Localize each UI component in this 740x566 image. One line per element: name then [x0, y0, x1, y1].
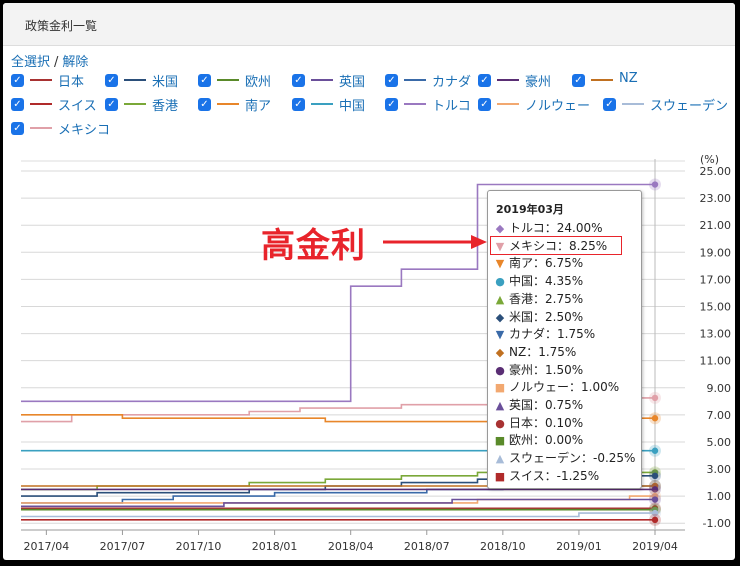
tooltip-marker-icon: ●: [495, 416, 505, 430]
series-end-marker: [651, 415, 659, 422]
series-line: [21, 512, 655, 518]
y-tick-label: 11.00: [700, 355, 732, 368]
tooltip-row: ▼ カナダ：1.75%: [494, 325, 595, 342]
y-tick-label: 19.00: [700, 246, 732, 259]
tooltip-marker-icon: ●: [495, 275, 505, 289]
tooltip-row: ◆ トルコ：24.00%: [494, 219, 603, 236]
tooltip-row-text: スウェーデン：-0.25%: [509, 451, 636, 466]
series-end-marker: [651, 394, 659, 402]
tooltip-marker-icon: ▲: [495, 452, 505, 466]
y-tick-label: 7.00: [707, 409, 732, 422]
x-tick-label: 2019/04: [632, 540, 678, 553]
tooltip-row-text: 南ア：6.75%: [509, 256, 584, 271]
tooltip-row-text: カナダ：1.75%: [509, 327, 596, 342]
tooltip-marker-icon: ◆: [495, 310, 505, 324]
tooltip-row-text: 欧州：0.00%: [509, 433, 584, 448]
y-tick-label: 5.00: [707, 436, 732, 449]
tooltip-row-text: トルコ：24.00%: [509, 221, 603, 235]
tooltip-marker-icon: ●: [495, 363, 505, 377]
tooltip-row-text: 日本：0.10%: [509, 415, 584, 430]
tooltip-row-text: 豪州：1.50%: [509, 362, 584, 377]
tooltip-marker-icon: ▼: [495, 257, 505, 271]
tooltip-row: ■ 欧州：0.00%: [494, 431, 583, 448]
series-end-marker: [651, 516, 659, 524]
tooltip-row-text: 香港：2.75%: [509, 291, 584, 306]
x-tick-label: 2017/10: [176, 540, 222, 553]
x-tick-label: 2019/01: [556, 540, 602, 553]
tooltip-marker-icon: ◆: [495, 222, 505, 235]
x-tick-label: 2018/04: [328, 540, 374, 553]
tooltip-title: 2019年03月: [496, 203, 564, 216]
tooltip-marker-icon: ▲: [495, 399, 505, 412]
tooltip-row: ▼ 南ア：6.75%: [494, 254, 583, 271]
y-axis-unit: (%): [700, 153, 719, 166]
tooltip-row: ● 中国：4.35%: [494, 272, 583, 289]
tooltip-row-text: スイス：-1.25%: [509, 468, 600, 483]
series-end-marker: [651, 496, 659, 503]
y-tick-label: 1.00: [707, 490, 732, 503]
series-end-marker: [651, 181, 659, 188]
y-tick-label: 13.00: [700, 328, 732, 341]
series-end-marker: [651, 472, 659, 480]
y-tick-label: 9.00: [707, 382, 732, 395]
y-tick-label: 23.00: [700, 192, 732, 205]
series-end-marker: [651, 447, 659, 454]
annotation-arrow-icon: [383, 235, 487, 249]
tooltip-row: ■ ノルウェー：1.00%: [494, 378, 619, 395]
tooltip-row: ▲ 英国：0.75%: [494, 396, 583, 413]
annotation-label: 高金利: [261, 226, 366, 266]
tooltip-row: ▲ スウェーデン：-0.25%: [494, 449, 636, 466]
tooltip-row-text: ノルウェー：1.00%: [509, 380, 620, 395]
tooltip-row-text: 英国：0.75%: [509, 398, 584, 412]
tooltip-marker-icon: ■: [494, 434, 506, 448]
tooltip-row: ◆ 米国：2.50%: [494, 308, 583, 325]
y-tick-label: 17.00: [700, 273, 732, 286]
tooltip-marker-icon: ▲: [495, 292, 505, 306]
x-tick-label: 2018/07: [404, 540, 450, 553]
tooltip-row-text: NZ：1.75%: [509, 344, 577, 359]
tooltip-row: ◆ NZ：1.75%: [494, 343, 577, 360]
tooltip-marker-icon: ▼: [495, 328, 505, 342]
tooltip-row-text: 米国：2.50%: [509, 309, 584, 324]
tooltip-marker-icon: ■: [494, 381, 506, 395]
tooltip-highlight-box: [490, 236, 622, 255]
x-tick-label: 2017/07: [100, 540, 146, 553]
tooltip-row: ■ スイス：-1.25%: [494, 467, 599, 484]
tooltip-row-text: 中国：4.35%: [509, 274, 584, 289]
app-window: 政策金利一覧 全選択 / 解除 ✓ 日本 ✓ 米国 ✓ 欧州 ✓ 英国 ✓ カナダ ✓ 豪州 ✓ NZ ✓ スイス…: [3, 3, 735, 560]
y-tick-label: 21.00: [700, 219, 732, 232]
tooltip-marker-icon: ◆: [495, 345, 505, 359]
y-tick-label: -1.00: [703, 517, 731, 530]
y-tick-label: 25.00: [700, 165, 732, 178]
tooltip-marker-icon: ■: [494, 469, 506, 483]
tooltip-row: ● 日本：0.10%: [494, 414, 583, 431]
x-tick-label: 2017/04: [24, 540, 70, 553]
tooltip-row: ● 豪州：1.50%: [494, 361, 583, 378]
x-tick-label: 2018/10: [480, 540, 526, 553]
y-tick-label: 3.00: [707, 463, 732, 476]
chart-tooltip: 2019年03月 ◆ トルコ：24.00% ▼ メキシコ：8.25% ▼ 南ア：6.75%…: [487, 190, 642, 489]
tooltip-row: ▲ 香港：2.75%: [494, 290, 583, 307]
x-tick-label: 2018/01: [252, 540, 298, 553]
y-tick-label: 15.00: [700, 300, 732, 313]
